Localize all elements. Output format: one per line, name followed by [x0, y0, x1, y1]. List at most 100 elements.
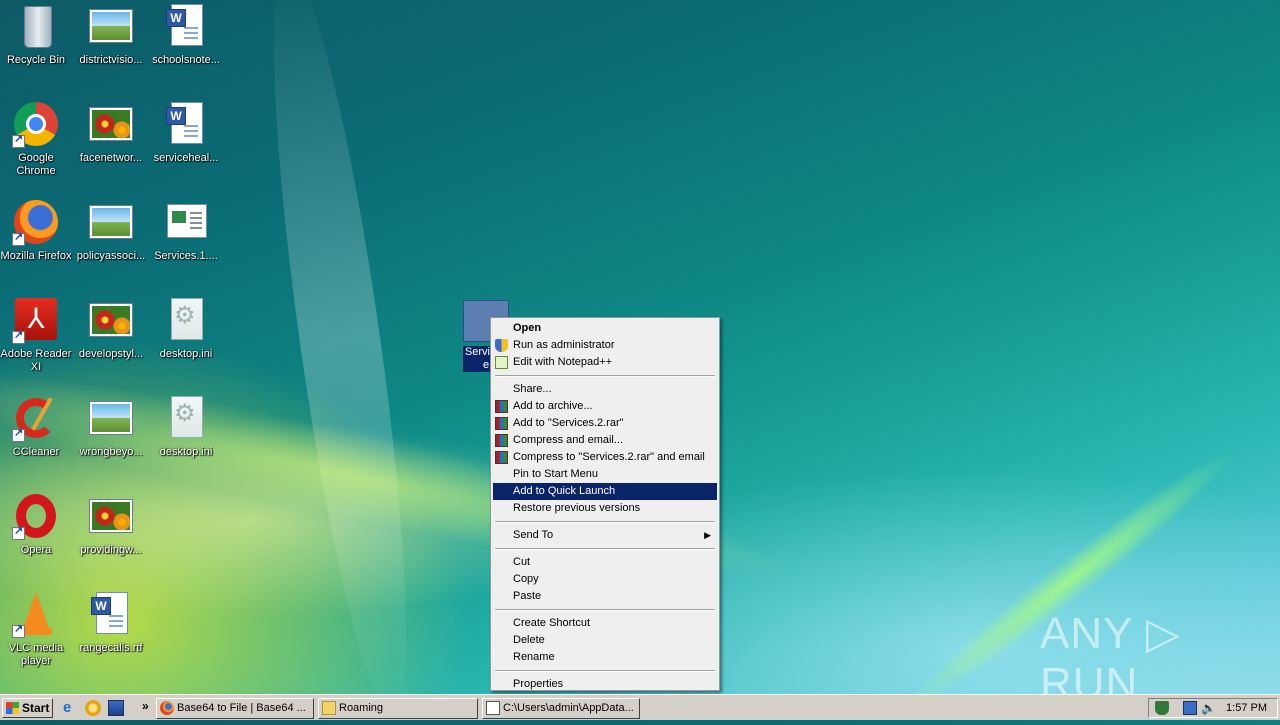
- clock[interactable]: 1:57 PM: [1226, 702, 1267, 714]
- winrar-icon: [495, 434, 508, 447]
- menu-item-compress-to-rar-and-email[interactable]: Compress to "Services.2.rar" and email: [493, 449, 717, 466]
- context-menu: Open Run as administrator Edit with Note…: [490, 317, 720, 691]
- windows-flag-icon: [6, 702, 19, 714]
- taskbar-button-roaming[interactable]: Roaming: [318, 698, 478, 719]
- menu-item-share[interactable]: Share...: [493, 381, 717, 398]
- submenu-arrow-icon: ▶: [704, 530, 711, 540]
- adobe-reader-icon: ⅄: [12, 296, 60, 344]
- desktop-icon-rangecalls[interactable]: W rangecalls.rtf: [73, 590, 149, 655]
- menu-item-cut[interactable]: Cut: [493, 554, 717, 571]
- show-desktop-icon[interactable]: [108, 700, 124, 716]
- menu-separator: [495, 609, 715, 611]
- winrar-icon: [495, 400, 508, 413]
- desktop-icon-schoolsnote[interactable]: W schoolsnote...: [148, 2, 224, 67]
- shortcut-arrow-icon: [12, 623, 25, 638]
- folder-icon: [322, 701, 336, 715]
- window-file-icon: [162, 198, 210, 246]
- winrar-icon: [495, 451, 508, 464]
- desktop-icon-label: desktop.ini: [159, 348, 213, 360]
- ccleaner-icon: [12, 394, 60, 442]
- menu-item-create-shortcut[interactable]: Create Shortcut: [493, 615, 717, 632]
- desktop-icon-google-chrome[interactable]: Google Chrome: [0, 100, 74, 178]
- menu-item-restore-previous-versions[interactable]: Restore previous versions: [493, 500, 717, 517]
- desktop-icon-opera[interactable]: Opera: [0, 492, 74, 557]
- desktop-icon-recycle-bin[interactable]: Recycle Bin: [0, 2, 74, 67]
- desktop-icon-label: Mozilla Firefox: [0, 250, 72, 262]
- taskbar-button-explorer-path[interactable]: C:\Users\admin\AppData...: [482, 698, 640, 719]
- shortcut-arrow-icon: [12, 427, 25, 442]
- vlc-cone-icon: [12, 590, 60, 638]
- desktop-icon-label: serviceheal...: [153, 152, 219, 164]
- desktop-icon-policyassociation[interactable]: policyassoci...: [73, 198, 149, 263]
- desktop-icon-label: wrongbeyo...: [79, 446, 143, 458]
- internet-explorer-icon[interactable]: e: [63, 700, 79, 716]
- desktop-icon-desktop-ini-2[interactable]: desktop.ini: [148, 394, 224, 459]
- shortcut-arrow-icon: [12, 231, 25, 246]
- desktop-icon-vlc[interactable]: VLC media player: [0, 590, 74, 668]
- menu-item-compress-and-email[interactable]: Compress and email...: [493, 432, 717, 449]
- start-button[interactable]: Start: [2, 698, 53, 718]
- menu-item-edit-with-notepadpp[interactable]: Edit with Notepad++: [493, 354, 717, 371]
- menu-item-pin-to-start-menu[interactable]: Pin to Start Menu: [493, 466, 717, 483]
- desktop-icon-desktop-ini-1[interactable]: desktop.ini: [148, 296, 224, 361]
- desktop-icon-label: developstyl...: [78, 348, 144, 360]
- menu-item-add-to-archive[interactable]: Add to archive...: [493, 398, 717, 415]
- notepadpp-icon: [495, 356, 508, 369]
- wallpaper-streak: [247, 0, 433, 722]
- desktop-icon-servicehealth[interactable]: W serviceheal...: [148, 100, 224, 165]
- menu-item-send-to[interactable]: Send To ▶: [493, 527, 717, 544]
- menu-item-delete[interactable]: Delete: [493, 632, 717, 649]
- desktop-icon-label: facenetwor...: [79, 152, 143, 164]
- desktop-icon-ccleaner[interactable]: CCleaner: [0, 394, 74, 459]
- image-file-icon: [87, 492, 135, 540]
- desktop-icon-label: schoolsnote...: [152, 54, 220, 66]
- image-file-icon: [87, 296, 135, 344]
- menu-item-add-to-quick-launch[interactable]: Add to Quick Launch: [493, 483, 717, 500]
- uac-shield-icon: [495, 339, 508, 352]
- volume-icon[interactable]: 🔈: [1201, 701, 1216, 715]
- desktop-icon-providingw[interactable]: providingw...: [73, 492, 149, 557]
- word-document-icon: W: [162, 2, 210, 50]
- menu-separator: [495, 375, 715, 377]
- desktop-icon-label: Recycle Bin: [6, 54, 66, 66]
- desktop-icon-label: VLC media player: [8, 642, 64, 667]
- desktop-icon-label: rangecalls.rtf: [79, 642, 143, 654]
- settings-file-icon: [162, 296, 210, 344]
- desktop-icon-label: CCleaner: [12, 446, 60, 458]
- taskbar-button-firefox[interactable]: Base64 to File | Base64 ...: [156, 698, 314, 719]
- menu-item-rename[interactable]: Rename: [493, 649, 717, 666]
- desktop-icon-services-1[interactable]: Services.1....: [148, 198, 224, 263]
- settings-file-icon: [162, 394, 210, 442]
- explorer-window-icon: [486, 701, 500, 715]
- opera-icon: [12, 492, 60, 540]
- security-shield-icon[interactable]: [1155, 701, 1169, 715]
- word-document-icon: W: [87, 590, 135, 638]
- menu-separator: [495, 670, 715, 672]
- winrar-icon: [495, 417, 508, 430]
- desktop-icon-label: Services.1....: [154, 250, 218, 262]
- menu-item-copy[interactable]: Copy: [493, 571, 717, 588]
- menu-item-add-to-rar[interactable]: Add to "Services.2.rar": [493, 415, 717, 432]
- desktop-icon-wrongbeyond[interactable]: wrongbeyo...: [73, 394, 149, 459]
- menu-item-run-as-administrator[interactable]: Run as administrator: [493, 337, 717, 354]
- desktop-icon-label: desktop.ini: [159, 446, 213, 458]
- firefox-icon: [12, 198, 60, 246]
- desktop-icon-developstyle[interactable]: developstyl...: [73, 296, 149, 361]
- system-tray: 🔈 1:57 PM: [1148, 698, 1278, 718]
- menu-separator: [495, 548, 715, 550]
- shortcut-arrow-icon: [12, 525, 25, 540]
- menu-item-properties[interactable]: Properties: [493, 676, 717, 693]
- menu-item-paste[interactable]: Paste: [493, 588, 717, 605]
- firefox-icon: [160, 701, 174, 715]
- network-icon[interactable]: [1183, 701, 1197, 715]
- menu-item-open[interactable]: Open: [493, 320, 717, 337]
- desktop-icon-mozilla-firefox[interactable]: Mozilla Firefox: [0, 198, 74, 263]
- outlook-express-icon[interactable]: [85, 700, 101, 716]
- desktop-icon-label: providingw...: [80, 544, 142, 556]
- desktop-icon-label: Adobe Reader XI: [0, 348, 72, 373]
- desktop-icon-label: districtvisio...: [79, 54, 143, 66]
- desktop-icon-adobe-reader[interactable]: ⅄ Adobe Reader XI: [0, 296, 74, 374]
- desktop-icon-label: Opera: [20, 544, 52, 556]
- desktop-icon-districtvision[interactable]: districtvisio...: [73, 2, 149, 67]
- desktop-icon-facenetwork[interactable]: facenetwor...: [73, 100, 149, 165]
